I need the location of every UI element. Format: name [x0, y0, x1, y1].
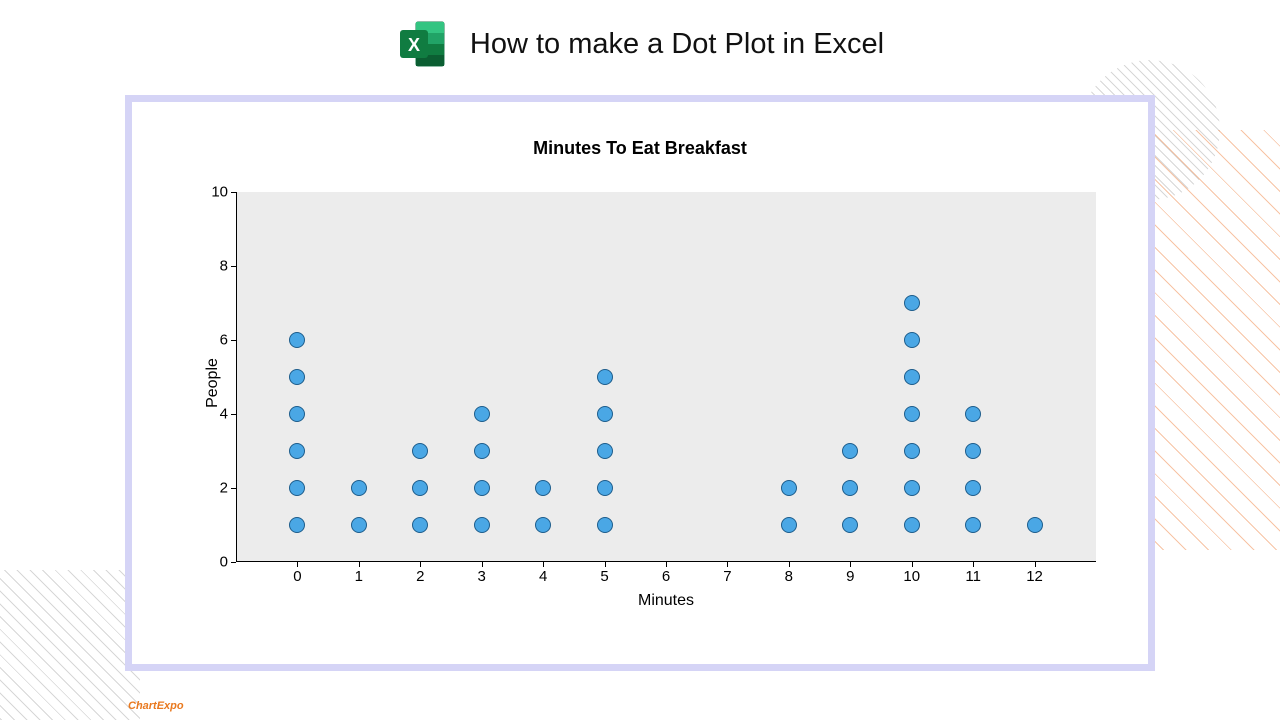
- data-dot: [965, 443, 981, 459]
- x-tick-mark: [973, 562, 974, 567]
- chart-card: Minutes To Eat Breakfast People Minutes …: [125, 95, 1155, 671]
- data-dot: [412, 480, 428, 496]
- data-dot: [474, 406, 490, 422]
- x-tick-mark: [1035, 562, 1036, 567]
- x-tick-mark: [912, 562, 913, 567]
- data-dot: [904, 406, 920, 422]
- data-dot: [597, 406, 613, 422]
- data-dot: [965, 406, 981, 422]
- data-dot: [842, 443, 858, 459]
- data-dot: [904, 369, 920, 385]
- x-tick-mark: [297, 562, 298, 567]
- data-dot: [412, 443, 428, 459]
- data-dot: [289, 369, 305, 385]
- data-dot: [597, 443, 613, 459]
- data-dot: [904, 443, 920, 459]
- data-dot: [904, 517, 920, 533]
- data-dot: [781, 480, 797, 496]
- data-dot: [289, 517, 305, 533]
- data-dot: [1027, 517, 1043, 533]
- decoration-lines-bottom-left: [0, 570, 140, 720]
- x-tick-mark: [359, 562, 360, 567]
- data-dot: [474, 480, 490, 496]
- data-dot: [535, 517, 551, 533]
- y-axis-line: [236, 192, 237, 562]
- data-dot: [289, 332, 305, 348]
- data-dot: [474, 517, 490, 533]
- data-dot: [351, 517, 367, 533]
- x-tick-mark: [666, 562, 667, 567]
- decoration-lines-right: [1140, 130, 1280, 550]
- y-tick-mark: [231, 340, 236, 341]
- y-tick-mark: [231, 488, 236, 489]
- x-tick-mark: [605, 562, 606, 567]
- x-tick-mark: [850, 562, 851, 567]
- plot-area: 02468100123456789101112: [236, 192, 1096, 562]
- svg-text:X: X: [408, 35, 420, 55]
- data-dot: [597, 369, 613, 385]
- data-dot: [965, 480, 981, 496]
- data-dot: [412, 517, 428, 533]
- excel-icon: X: [396, 18, 448, 70]
- data-dot: [474, 443, 490, 459]
- x-tick-mark: [543, 562, 544, 567]
- data-dot: [842, 517, 858, 533]
- data-dot: [842, 480, 858, 496]
- data-dot: [289, 406, 305, 422]
- x-tick-mark: [420, 562, 421, 567]
- data-dot: [965, 517, 981, 533]
- data-dot: [904, 295, 920, 311]
- data-dot: [289, 443, 305, 459]
- y-axis-label: People: [204, 358, 222, 408]
- data-dot: [597, 517, 613, 533]
- y-tick-mark: [231, 192, 236, 193]
- x-axis-label: Minutes: [236, 592, 1096, 610]
- y-tick-mark: [231, 562, 236, 563]
- data-dot: [289, 480, 305, 496]
- page-title: How to make a Dot Plot in Excel: [470, 28, 884, 61]
- plot-background: [236, 192, 1096, 562]
- y-tick-mark: [231, 414, 236, 415]
- data-dot: [535, 480, 551, 496]
- data-dot: [597, 480, 613, 496]
- data-dot: [904, 480, 920, 496]
- header: X How to make a Dot Plot in Excel: [0, 12, 1280, 76]
- y-tick-mark: [231, 266, 236, 267]
- data-dot: [904, 332, 920, 348]
- chart-title: Minutes To Eat Breakfast: [132, 138, 1148, 159]
- data-dot: [781, 517, 797, 533]
- brand-label: ChartExpo: [128, 700, 184, 712]
- x-tick-mark: [482, 562, 483, 567]
- x-tick-mark: [727, 562, 728, 567]
- x-tick-mark: [789, 562, 790, 567]
- data-dot: [351, 480, 367, 496]
